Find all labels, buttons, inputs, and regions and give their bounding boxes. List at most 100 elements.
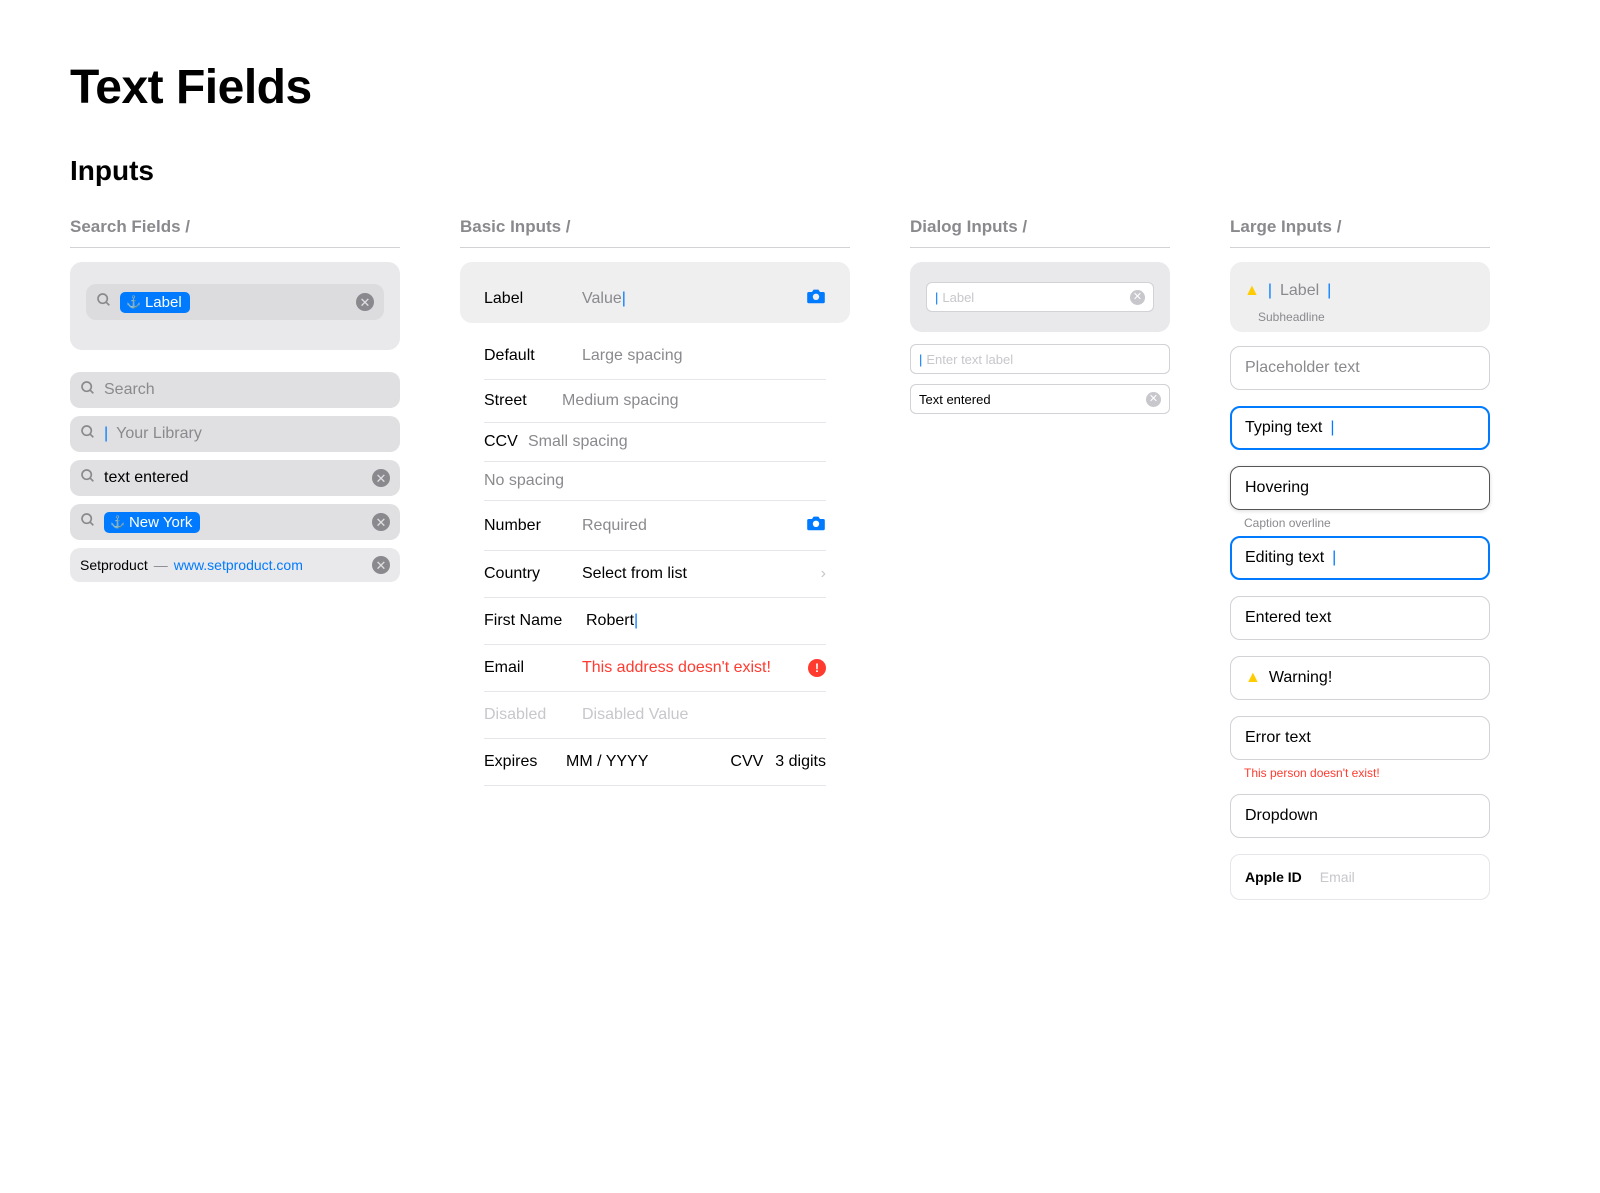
field-value: Warning! [1269,669,1332,687]
large-input-editing[interactable]: Editing text | [1230,536,1490,580]
field-label: Number [484,517,570,535]
section-search-title: Search Fields / [70,217,400,248]
search-input-empty[interactable] [70,372,400,408]
tag-label: Label [145,294,182,311]
basic-showcase-card: Label Value| [460,262,850,323]
clear-icon[interactable]: ✕ [356,293,374,311]
text-cursor: | [935,290,938,305]
warning-icon: ▲ [1245,669,1261,687]
large-input-card[interactable]: ▲ | Label | [1244,278,1476,304]
subheadline: Subheadline [1258,310,1476,324]
input-row-nolabel[interactable]: No spacing [484,462,826,501]
field-placeholder: No spacing [484,472,826,490]
search-showcase-card: ⚓ Label ✕ [70,262,400,350]
page-subtitle: Inputs [70,155,1530,187]
field-placeholder: Enter text label [926,352,1161,367]
large-input-hover[interactable]: Hovering [1230,466,1490,510]
caption-overline: Caption overline [1244,516,1490,530]
search-result-row[interactable]: Setproduct — www.setproduct.com ✕ [70,548,400,582]
large-input-error[interactable]: Error text [1230,716,1490,760]
field-error-value: This address doesn't exist! [582,659,796,677]
dash: — [154,557,168,573]
text-cursor: | [1327,282,1331,300]
large-showcase-card: ▲ | Label | Subheadline [1230,262,1490,332]
search-input-entered[interactable]: text entered ✕ [70,460,400,496]
large-input-typing[interactable]: Typing text| [1230,406,1490,450]
field-label: Country [484,565,570,583]
field-label: Default [484,347,570,365]
camera-icon[interactable] [806,515,826,536]
field-value: Error text [1245,729,1311,747]
search-field[interactable] [104,381,390,399]
input-row-street[interactable]: Street Medium spacing [484,380,826,423]
clear-icon[interactable]: ✕ [372,556,390,574]
field-placeholder: Small spacing [528,433,826,451]
error-caption: This person doesn't exist! [1244,766,1490,780]
field-value: Dropdown [1245,807,1318,825]
field-value: Value| [582,290,794,308]
field-label: Label [484,290,570,308]
input-row-email[interactable]: Email This address doesn't exist! ! [484,645,826,692]
clear-icon[interactable]: ✕ [372,469,390,487]
input-row-ccv[interactable]: CCV Small spacing [484,423,826,462]
site-name: Setproduct [80,557,148,573]
clear-icon[interactable]: ✕ [372,513,390,531]
section-basic-title: Basic Inputs / [460,217,850,248]
text-cursor: | [104,425,108,443]
camera-icon[interactable] [806,288,826,309]
search-icon [80,380,96,401]
search-input-focused[interactable]: | [70,416,400,452]
field-value: Select from list [582,565,809,583]
input-row-default[interactable]: Default Large spacing [484,333,826,380]
input-row-country[interactable]: Country Select from list › [484,551,826,598]
search-value: text entered [104,469,364,487]
field-value: Hovering [1245,479,1309,497]
warning-icon: ▲ [1244,282,1260,300]
dialog-input-entered[interactable]: Text entered ✕ [910,384,1170,414]
error-icon: ! [808,659,826,677]
text-cursor: | [919,352,922,367]
clear-icon[interactable]: ✕ [1146,392,1161,407]
large-input-dropdown[interactable]: Dropdown [1230,794,1490,838]
field-placeholder: Large spacing [582,347,826,365]
chevron-right-icon: › [821,565,826,583]
input-row-expires-cvv[interactable]: Expires MM / YYYY CVV 3 digits [484,739,826,786]
field-value: Entered text [1245,609,1331,627]
field-placeholder: Email [1320,869,1355,885]
tag-label: New York [129,514,192,531]
search-icon [96,292,112,313]
large-input-placeholder[interactable]: Placeholder text [1230,346,1490,390]
field-placeholder: Medium spacing [562,392,826,410]
search-input-tagged2[interactable]: ⚓ New York ✕ [70,504,400,540]
apple-id-row[interactable]: Apple ID Email [1230,854,1490,900]
field-label: Disabled [484,706,570,724]
search-tagged-input[interactable]: ⚓ Label ✕ [86,284,384,320]
search-field[interactable] [116,425,390,443]
field-label: CVV [730,753,763,771]
large-input-entered[interactable]: Entered text [1230,596,1490,640]
input-row-label[interactable]: Label Value| [484,274,826,323]
field-value: Disabled Value [582,706,826,724]
anchor-icon: ⚓ [110,515,125,529]
search-tag[interactable]: ⚓ New York [104,512,200,533]
text-cursor: | [1332,549,1336,567]
page-title: Text Fields [70,60,1530,115]
anchor-icon: ⚓ [126,295,141,309]
field-value: Editing text [1245,549,1324,567]
field-label: CCV [484,433,524,451]
dialog-input-label[interactable]: | Label ✕ [926,282,1154,312]
field-placeholder: Placeholder text [1245,359,1360,377]
input-row-number[interactable]: Number Required [484,501,826,551]
dialog-showcase-card: | Label ✕ [910,262,1170,332]
field-placeholder: Required [582,517,794,535]
input-row-firstname[interactable]: First Name Robert| [484,598,826,645]
section-dialog-title: Dialog Inputs / [910,217,1170,248]
search-icon [80,468,96,489]
dialog-input-focused[interactable]: | Enter text label [910,344,1170,374]
large-input-warning[interactable]: ▲ Warning! [1230,656,1490,700]
text-cursor: | [1268,282,1272,300]
clear-icon[interactable]: ✕ [1130,290,1145,305]
site-url: www.setproduct.com [174,557,366,573]
field-value: Robert| [586,612,826,630]
search-tag[interactable]: ⚓ Label [120,292,190,313]
